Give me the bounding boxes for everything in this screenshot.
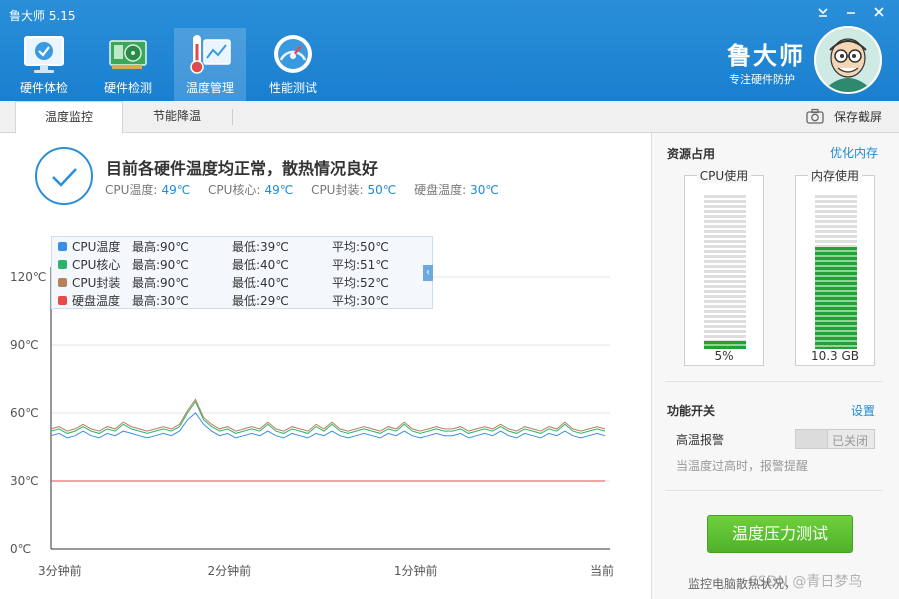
temperature-stress-test-button[interactable]: 温度压力测试: [707, 515, 853, 553]
legend-min: 最低:29℃: [232, 294, 289, 308]
nav-performance-test[interactable]: 性能测试: [257, 28, 329, 101]
legend-name: CPU核心: [72, 258, 121, 272]
close-icon[interactable]: [868, 4, 890, 24]
cpu-usage-value: 5%: [714, 349, 734, 363]
tab-power-saving[interactable]: 节能降温: [123, 101, 231, 133]
nav-label: 温度管理: [185, 81, 234, 95]
camera-icon[interactable]: [806, 108, 824, 124]
legend-swatch: [58, 260, 67, 269]
series-line: [50, 398, 606, 432]
high-temp-alarm-label: 高温报警: [676, 433, 725, 447]
toggle-knob: [796, 430, 828, 448]
y-tick-label: 30℃: [10, 474, 39, 488]
legend-name: 硬盘温度: [72, 294, 121, 308]
nav-hardware-detect[interactable]: 硬件检测: [92, 28, 164, 101]
stat-value: 49℃: [264, 183, 294, 197]
high-temp-alarm-description: 当温度过高时，报警提醒: [676, 459, 809, 473]
legend-row: 硬盘温度 最高:30℃ 最低:29℃ 平均:30℃: [58, 292, 428, 310]
save-screenshot-button[interactable]: 保存截屏: [834, 108, 882, 125]
graphics-card-icon: [106, 32, 150, 76]
high-temp-alarm-toggle[interactable]: 已关闭: [795, 429, 875, 449]
legend-avg: 平均:50℃: [332, 240, 389, 254]
brand-logo-text: 鲁大师: [727, 42, 805, 70]
x-tick-label: 当前: [590, 563, 614, 578]
resources-title: 资源占用: [667, 147, 716, 161]
cpu-usage-fill: [704, 341, 746, 349]
tab-temperature-monitor[interactable]: 温度监控: [15, 101, 123, 134]
legend-swatch: [58, 242, 67, 251]
legend-min: 最低:40℃: [232, 258, 289, 272]
legend-avg: 平均:51℃: [332, 258, 389, 272]
cpu-usage-meter: CPU使用 5%: [684, 169, 764, 366]
legend-min: 最低:39℃: [232, 240, 289, 254]
legend-max: 最高:90℃: [132, 258, 189, 272]
legend-swatch: [58, 296, 67, 305]
nav-temperature-management[interactable]: 温度管理: [174, 28, 246, 101]
status-title: 目前各硬件温度均正常，散热情况良好: [106, 159, 379, 178]
memory-usage-bar: [815, 195, 857, 349]
nav-label: 性能测试: [268, 81, 317, 95]
legend-avg: 平均:52℃: [332, 276, 389, 290]
nav-label: 硬件体检: [19, 81, 68, 95]
legend-avg: 平均:30℃: [332, 294, 389, 308]
y-tick-label: 120℃: [10, 270, 46, 284]
minimize-icon[interactable]: [840, 4, 862, 24]
stat-value: 30℃: [470, 183, 499, 197]
memory-usage-meter: 内存使用 10.3 GB: [795, 169, 875, 366]
chart-legend: CPU温度 最高:90℃ 最低:39℃ 平均:50℃ CPU核心 最高:90℃ …: [51, 236, 433, 309]
settings-link[interactable]: 设置: [851, 402, 875, 419]
stat-label: CPU封装:: [311, 183, 364, 197]
avatar: [814, 26, 882, 94]
thermometer-chart-icon: [188, 32, 232, 76]
menu-icon[interactable]: [812, 4, 834, 24]
legend-name: CPU温度: [72, 240, 121, 254]
optimize-memory-link[interactable]: 优化内存: [830, 144, 878, 161]
stat-label: 硬盘温度:: [414, 183, 467, 197]
toggle-state: 已关闭: [831, 434, 868, 448]
memory-usage-label: 内存使用: [807, 169, 862, 183]
legend-max: 最高:90℃: [132, 276, 189, 290]
temperature-summary: CPU温度: 49℃ CPU核心: 49℃ CPU封装: 50℃ 硬盘温度: 30℃: [105, 181, 513, 198]
y-tick-label: 0℃: [10, 542, 31, 556]
divider: [665, 381, 883, 382]
y-tick-label: 60℃: [10, 406, 39, 420]
memory-usage-fill: [815, 247, 857, 349]
legend-max: 最高:90℃: [132, 240, 189, 254]
x-tick-label: 1分钟前: [394, 563, 438, 578]
cpu-usage-bar: [704, 195, 746, 349]
tab-bar: 温度监控 节能降温 保存截屏: [0, 101, 899, 134]
app-header: 鲁大师 5.15 硬件体检 硬件检测 温度管理 性能测试 鲁大师 专注硬件防护: [0, 0, 899, 101]
x-tick-label: 3分钟前: [38, 563, 82, 578]
monitor-check-icon: [22, 32, 66, 76]
stat-label: CPU温度:: [105, 183, 158, 197]
nav-label: 硬件检测: [103, 81, 152, 95]
cpu-usage-label: CPU使用: [696, 169, 752, 183]
status-ok-icon: [35, 147, 93, 205]
legend-min: 最低:40℃: [232, 276, 289, 290]
stat-value: 50℃: [367, 183, 397, 197]
legend-row: CPU核心 最高:90℃ 最低:40℃ 平均:51℃: [58, 256, 428, 274]
speedometer-icon: [271, 32, 315, 76]
stat-label: CPU核心:: [208, 183, 261, 197]
legend-row: CPU温度 最高:90℃ 最低:39℃ 平均:50℃: [58, 238, 428, 256]
legend-max: 最高:30℃: [132, 294, 189, 308]
memory-usage-value: 10.3 GB: [810, 349, 860, 363]
tab-divider: [232, 109, 233, 125]
legend-row: CPU封装 最高:90℃ 最低:40℃ 平均:52℃: [58, 274, 428, 292]
y-tick-label: 90℃: [10, 338, 39, 352]
nav-hardware-checkup[interactable]: 硬件体检: [8, 28, 80, 101]
divider: [665, 490, 883, 491]
legend-swatch: [58, 278, 67, 287]
app-title: 鲁大师 5.15: [9, 9, 76, 23]
legend-name: CPU封装: [72, 276, 121, 290]
stat-value: 49℃: [161, 183, 191, 197]
x-tick-label: 2分钟前: [208, 563, 252, 578]
watermark: CSDN @青日梦鸟: [748, 574, 863, 590]
legend-collapse-icon[interactable]: ‹: [423, 265, 433, 281]
brand-tagline: 专注硬件防护: [729, 73, 795, 86]
features-title: 功能开关: [667, 404, 716, 418]
